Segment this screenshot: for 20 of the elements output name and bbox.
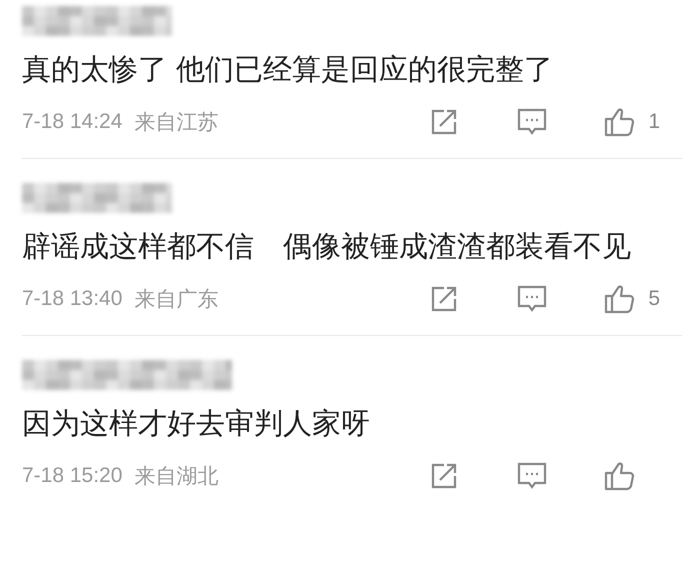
share-icon[interactable] xyxy=(430,108,458,136)
thumbs-up-icon[interactable] xyxy=(604,461,636,491)
comment-time: 7-18 14:24 xyxy=(22,110,122,134)
comment-text: 因为这样才好去审判人家呀 xyxy=(22,405,371,442)
share-icon[interactable] xyxy=(430,462,458,490)
thumbs-up-icon[interactable] xyxy=(604,107,636,137)
comment-location: 来自江苏 xyxy=(134,109,218,136)
comment-text: 辟谣成这样都不信 偶像被锤成渣渣都装看不见 xyxy=(22,228,632,265)
comment-time: 7-18 13:40 xyxy=(22,287,122,311)
comment-location: 来自广东 xyxy=(134,286,218,313)
like-count: 5 xyxy=(648,287,660,311)
comment-location: 来自湖北 xyxy=(134,463,218,490)
comment-icon[interactable] xyxy=(517,285,548,313)
like-count: 1 xyxy=(648,110,660,134)
share-icon[interactable] xyxy=(430,285,458,313)
comment-time: 7-18 15:20 xyxy=(22,464,122,488)
comment-icon[interactable] xyxy=(517,462,547,490)
thumbs-up-icon[interactable] xyxy=(604,284,636,314)
comment-icon[interactable] xyxy=(517,108,548,136)
comment-text: 真的太惨了 他们已经算是回应的很完整了 xyxy=(22,51,554,88)
